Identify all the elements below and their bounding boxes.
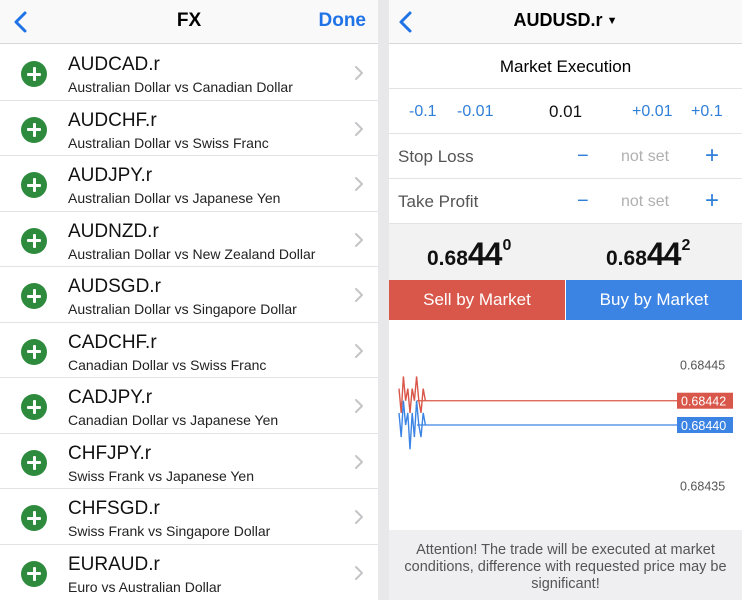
chevron-right-icon[interactable] bbox=[354, 509, 364, 525]
ask-level-label: 0.68442 bbox=[681, 395, 726, 409]
order-nav-bar: AUDUSD.r ▼ bbox=[389, 0, 742, 44]
attention-warning: Attention! The trade will be executed at… bbox=[389, 530, 742, 600]
bid-level-label: 0.68440 bbox=[681, 419, 726, 433]
chevron-right-icon[interactable] bbox=[354, 343, 364, 359]
chevron-right-icon[interactable] bbox=[354, 287, 364, 303]
chevron-right-icon[interactable] bbox=[354, 232, 364, 248]
tick-chart: 0.68445 0.68435 0.68442 0.68440 bbox=[398, 358, 733, 494]
symbol-name: CADCHF.r bbox=[68, 331, 157, 353]
symbols-panel: FX Done AUDCAD.r Australian Dollar vs Can… bbox=[0, 0, 378, 600]
chevron-right-icon[interactable] bbox=[354, 65, 364, 81]
symbol-name: AUDJPY.r bbox=[68, 165, 153, 186]
add-symbol-icon[interactable] bbox=[21, 227, 47, 254]
symbol-description: Canadian Dollar vs Japanese Yen bbox=[68, 412, 279, 428]
symbol-description: Swiss Frank vs Japanese Yen bbox=[68, 467, 254, 484]
buy-by-market-button[interactable]: Buy by Market bbox=[566, 280, 742, 320]
symbol-list: AUDCAD.r Australian Dollar vs Canadian Do… bbox=[0, 45, 378, 600]
order-panel: AUDUSD.r ▼ Market Execution -0.1 -0.01 0.… bbox=[389, 0, 742, 600]
add-symbol-icon[interactable] bbox=[21, 116, 47, 143]
add-symbol-icon[interactable] bbox=[21, 560, 47, 587]
add-symbol-icon[interactable] bbox=[21, 449, 47, 476]
volume-increase-large-button[interactable]: +0.1 bbox=[691, 103, 723, 121]
add-symbol-icon[interactable] bbox=[21, 283, 47, 309]
execution-type-selector[interactable]: Market Execution bbox=[389, 45, 742, 89]
y-tick-label: 0.68445 bbox=[680, 358, 725, 372]
add-symbol-icon[interactable] bbox=[21, 394, 47, 420]
symbol-description: Canadian Dollar vs Swiss Franc bbox=[68, 356, 267, 373]
add-symbol-icon[interactable] bbox=[21, 505, 47, 531]
take-profit-label: Take Profit bbox=[398, 192, 479, 211]
symbol-row[interactable]: CADJPY.r Canadian Dollar vs Japanese Yen bbox=[0, 378, 378, 434]
symbol-name: EURAUD.r bbox=[68, 553, 160, 575]
symbol-name: CHFSGD.r bbox=[68, 498, 160, 519]
chevron-right-icon[interactable] bbox=[354, 176, 364, 192]
symbol-description: Australian Dollar vs Swiss Franc bbox=[68, 134, 269, 151]
stop-loss-value[interactable]: not set bbox=[621, 148, 669, 166]
volume-row: -0.1 -0.01 0.01 +0.01 +0.1 bbox=[389, 90, 742, 134]
symbol-description: Euro vs Australian Dollar bbox=[68, 578, 222, 595]
volume-decrease-large-button[interactable]: -0.1 bbox=[409, 103, 437, 121]
symbol-name: AUDSGD.r bbox=[68, 276, 161, 297]
panel-divider bbox=[378, 0, 389, 600]
symbol-row[interactable]: EURAUD.r Euro vs Australian Dollar bbox=[0, 545, 378, 600]
take-profit-row: Take Profit − not set + bbox=[389, 180, 742, 224]
symbol-name: AUDNZD.r bbox=[68, 220, 159, 242]
chevron-right-icon[interactable] bbox=[354, 454, 364, 470]
symbol-selector[interactable]: AUDUSD.r ▼ bbox=[389, 10, 742, 31]
symbol-row[interactable]: AUDCAD.r Australian Dollar vs Canadian Do… bbox=[0, 45, 378, 101]
ask-price: 0.68442 bbox=[606, 236, 691, 272]
symbol-description: Australian Dollar vs Canadian Dollar bbox=[68, 79, 293, 95]
volume-value[interactable]: 0.01 bbox=[389, 102, 742, 122]
price-quotes: 0.68440 0.68442 bbox=[389, 224, 742, 280]
symbol-title: AUDUSD.r bbox=[513, 10, 603, 30]
bid-price: 0.68440 bbox=[427, 236, 512, 272]
done-button[interactable]: Done bbox=[319, 10, 367, 32]
add-symbol-icon[interactable] bbox=[21, 338, 47, 365]
caret-down-icon: ▼ bbox=[606, 15, 618, 27]
volume-increase-small-button[interactable]: +0.01 bbox=[632, 103, 672, 121]
symbol-row[interactable]: CHFJPY.r Swiss Frank vs Japanese Yen bbox=[0, 434, 378, 489]
sell-by-market-button[interactable]: Sell by Market bbox=[389, 280, 565, 320]
symbol-row[interactable]: CHFSGD.r Swiss Frank vs Singapore Dollar bbox=[0, 489, 378, 545]
y-tick-label: 0.68435 bbox=[680, 480, 725, 494]
stop-loss-label: Stop Loss bbox=[398, 147, 474, 166]
symbol-description: Australian Dollar vs New Zealand Dollar bbox=[68, 245, 316, 262]
symbol-row[interactable]: AUDNZD.r Australian Dollar vs New Zealand… bbox=[0, 212, 378, 267]
symbol-name: AUDCHF.r bbox=[68, 109, 157, 131]
take-profit-plus-button[interactable]: + bbox=[705, 187, 719, 215]
symbol-description: Swiss Frank vs Singapore Dollar bbox=[68, 523, 271, 539]
stop-loss-plus-button[interactable]: + bbox=[705, 142, 719, 170]
add-symbol-icon[interactable] bbox=[21, 61, 47, 87]
nav-bar: FX Done bbox=[0, 0, 378, 44]
symbol-description: Australian Dollar vs Singapore Dollar bbox=[68, 301, 297, 317]
symbol-row[interactable]: AUDCHF.r Australian Dollar vs Swiss Franc bbox=[0, 101, 378, 156]
chevron-right-icon[interactable] bbox=[354, 565, 364, 581]
take-profit-value[interactable]: not set bbox=[621, 193, 669, 211]
chevron-right-icon[interactable] bbox=[354, 398, 364, 414]
symbol-row[interactable]: AUDJPY.r Australian Dollar vs Japanese Ye… bbox=[0, 156, 378, 212]
chevron-right-icon[interactable] bbox=[354, 121, 364, 137]
symbol-description: Australian Dollar vs Japanese Yen bbox=[68, 190, 281, 206]
symbol-name: CHFJPY.r bbox=[68, 442, 152, 464]
symbol-row[interactable]: CADCHF.r Canadian Dollar vs Swiss Franc bbox=[0, 323, 378, 378]
symbol-name: CADJPY.r bbox=[68, 387, 153, 408]
add-symbol-icon[interactable] bbox=[21, 172, 47, 198]
symbol-row[interactable]: AUDSGD.r Australian Dollar vs Singapore D… bbox=[0, 267, 378, 323]
volume-decrease-small-button[interactable]: -0.01 bbox=[457, 103, 493, 121]
stop-loss-minus-button[interactable]: − bbox=[577, 145, 589, 168]
take-profit-minus-button[interactable]: − bbox=[577, 190, 589, 213]
stop-loss-row: Stop Loss − not set + bbox=[389, 135, 742, 179]
symbol-name: AUDCAD.r bbox=[68, 54, 160, 75]
